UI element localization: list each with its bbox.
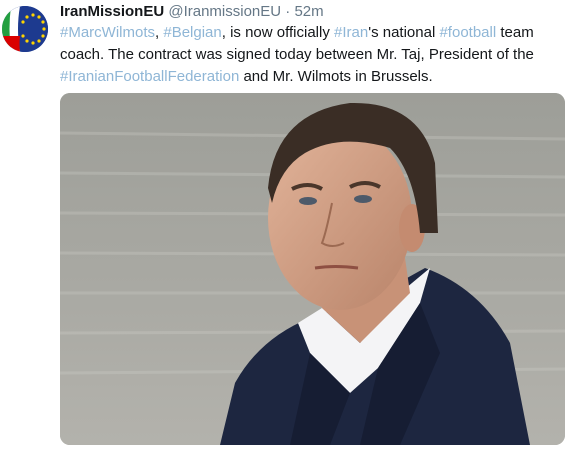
tweet-photo[interactable]: [60, 93, 565, 445]
coach-photo-image: [60, 93, 565, 445]
tweet-text: #MarcWilmots, #Belgian, is now officiall…: [60, 22, 566, 88]
tweet-card: IranMissionEU @IranmissionEU · 52m #Marc…: [0, 0, 570, 451]
hashtag-iran[interactable]: #Iran: [334, 24, 368, 41]
avatar[interactable]: [2, 6, 48, 52]
iran-eu-flag-icon: [2, 6, 48, 52]
text-segment: , is now officially: [221, 24, 335, 41]
hashtag-marcwilmots[interactable]: #MarcWilmots: [60, 24, 155, 41]
timestamp[interactable]: 52m: [294, 3, 323, 20]
hashtag-football[interactable]: #football: [439, 24, 496, 41]
text-segment: 's national: [368, 24, 440, 41]
separator-dot: ·: [285, 3, 291, 20]
user-handle[interactable]: @IranmissionEU: [168, 3, 281, 20]
hashtag-belgian[interactable]: #Belgian: [163, 24, 221, 41]
text-segment: and Mr. Wilmots in Brussels.: [239, 68, 433, 85]
tweet-content: IranMissionEU @IranmissionEU · 52m #Marc…: [60, 2, 566, 88]
hashtag-iranianfootballfederation[interactable]: #IranianFootballFederation: [60, 68, 239, 85]
tweet-header: IranMissionEU @IranmissionEU · 52m: [60, 2, 566, 22]
display-name[interactable]: IranMissionEU: [60, 3, 164, 20]
